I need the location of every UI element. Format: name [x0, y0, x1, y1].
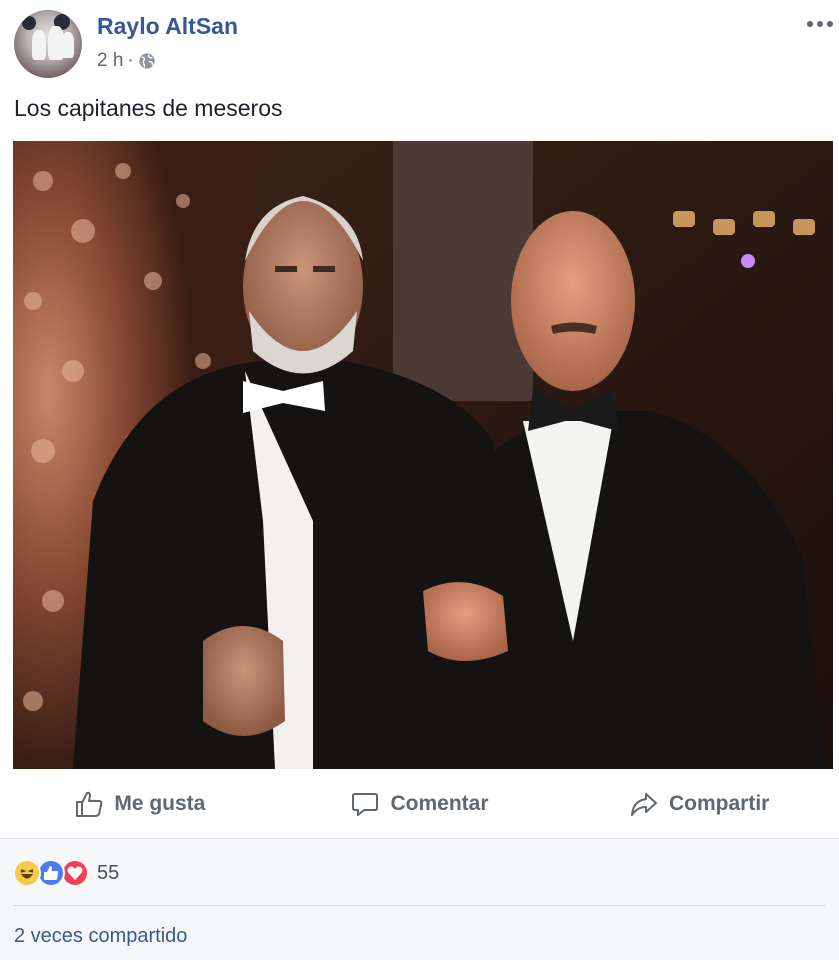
post-footer: 55 2 veces compartido	[0, 838, 839, 960]
globe-icon	[139, 53, 155, 69]
like-button[interactable]: Me gusta	[0, 789, 280, 819]
love-reaction-icon	[61, 859, 89, 887]
reactions-summary[interactable]: 55	[13, 859, 119, 887]
meta-separator: ·	[127, 50, 134, 71]
like-button-label: Me gusta	[114, 792, 206, 815]
author-avatar[interactable]	[14, 10, 82, 78]
comment-button-label: Comentar	[390, 792, 489, 815]
footer-divider	[13, 905, 826, 906]
share-icon	[631, 793, 657, 816]
haha-reaction-icon	[13, 859, 41, 887]
post-meta: 2 h ·	[97, 50, 156, 72]
share-button[interactable]: Compartir	[559, 789, 839, 819]
post-text: Los capitanes de meseros	[14, 95, 283, 121]
post-timestamp[interactable]: 2 h	[97, 50, 123, 72]
post-header: Raylo AltSan 2 h ·	[14, 10, 839, 80]
thumbs-up-icon	[76, 791, 103, 817]
comment-button[interactable]: Comentar	[280, 789, 560, 819]
author-name-link[interactable]: Raylo AltSan	[97, 13, 238, 40]
reaction-count: 55	[97, 861, 120, 884]
photo-illustration	[13, 141, 833, 769]
post-card: Raylo AltSan 2 h · Los capitanes de mese…	[0, 0, 839, 960]
share-button-label: Compartir	[669, 792, 770, 815]
post-actions-bar: Me gusta Comentar Compartir	[0, 770, 839, 838]
shares-count-link[interactable]: 2 veces compartido	[14, 925, 187, 948]
post-photo[interactable]	[13, 141, 833, 769]
comment-icon	[352, 793, 379, 816]
like-reaction-icon	[37, 859, 65, 887]
more-options-icon[interactable]	[807, 16, 837, 32]
